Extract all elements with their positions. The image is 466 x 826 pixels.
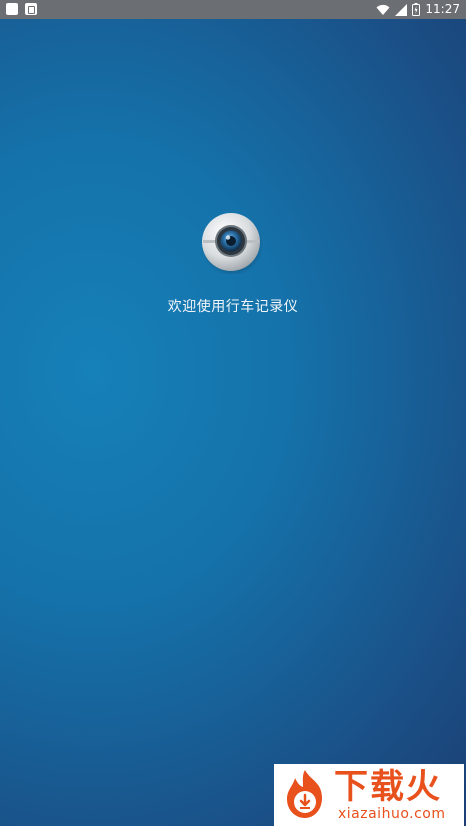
dashcam-lens-icon [201, 213, 263, 274]
splash-screen: 11:27 欢迎使用行车记录仪 下载火 xiazaihuo.com [0, 0, 466, 826]
wifi-icon [376, 4, 390, 15]
welcome-message: 欢迎使用行车记录仪 [167, 299, 299, 315]
notification-area [6, 3, 37, 15]
watermark-badge: 下载火 xiazaihuo.com [274, 764, 464, 826]
photo-icon [25, 3, 37, 15]
fire-download-icon [287, 770, 322, 818]
system-tray: 11:27 [376, 1, 460, 18]
status-time: 11:27 [425, 2, 460, 16]
square-icon [6, 3, 18, 15]
watermark-brand: 下载火 [334, 767, 442, 807]
battery-icon [412, 3, 421, 16]
status-bar: 11:27 [0, 0, 466, 19]
watermark-domain: xiazaihuo.com [338, 806, 446, 822]
cell-signal-icon [395, 3, 408, 16]
